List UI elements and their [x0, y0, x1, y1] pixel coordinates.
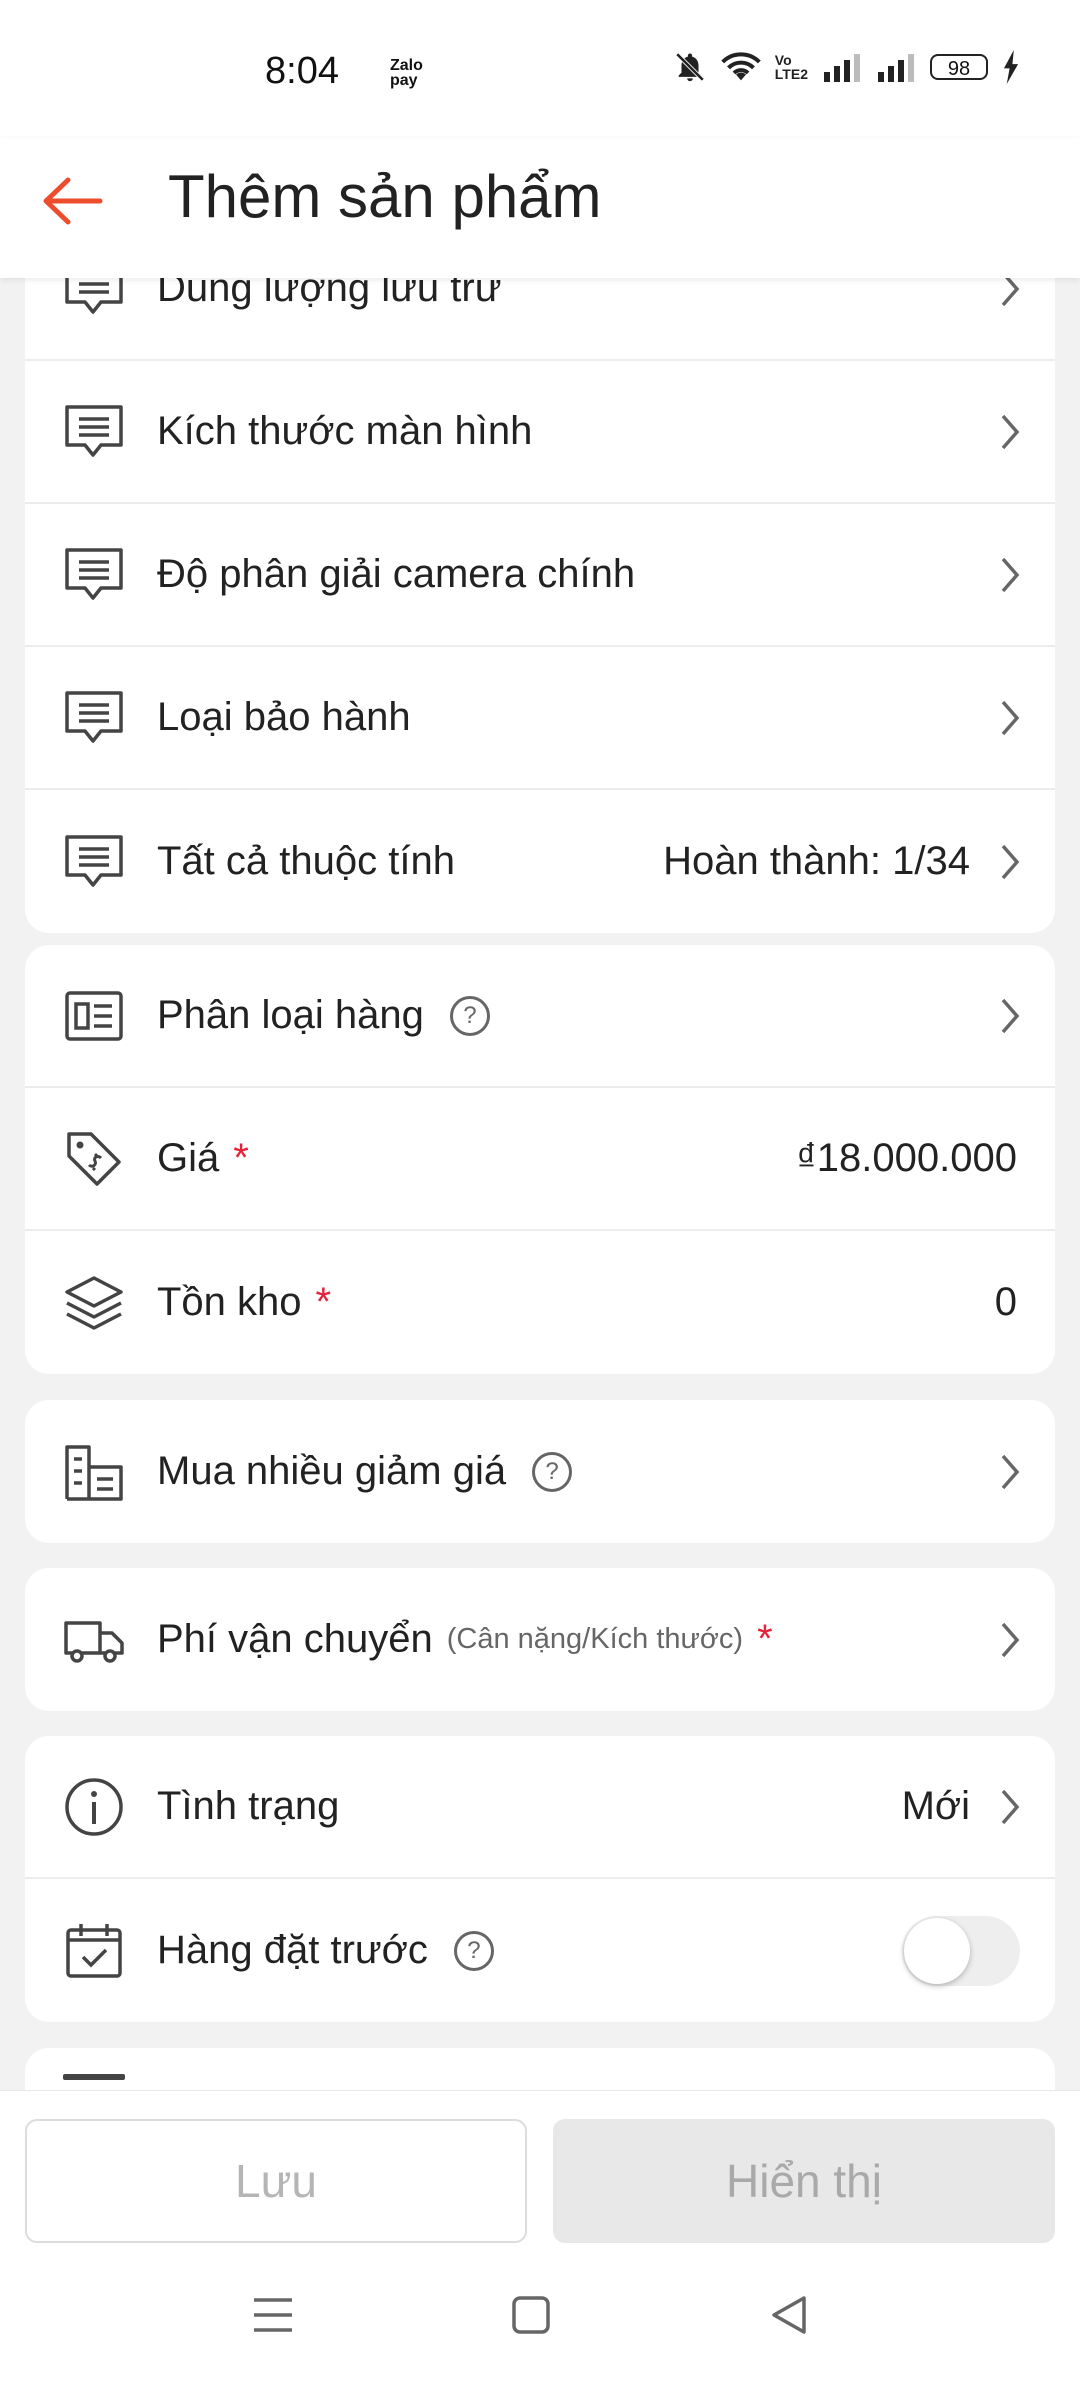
shipping-fee-row[interactable]: Phí vận chuyển (Cân nặng/Kích thước) *	[25, 1568, 1055, 1711]
home-icon[interactable]	[510, 2290, 552, 2340]
required-marker: *	[315, 1280, 332, 1324]
attribute-label: Độ phân giải camera chính	[157, 552, 636, 596]
form-scroll-area[interactable]: Dung lượng lưu trữ Kích thước màn hình Đ…	[0, 278, 1080, 2090]
chevron-right-icon	[1001, 1454, 1020, 1489]
status-time: 8:04	[265, 50, 339, 92]
stock-input[interactable]: 0	[995, 1280, 1017, 1325]
mute-icon	[675, 52, 705, 82]
charging-icon	[1003, 50, 1019, 84]
attribute-label: Dung lượng lưu trữ	[157, 278, 502, 310]
product-info-card: Phân loại hàng ? Giá * ₫18.000.000 Tồn k…	[25, 945, 1055, 1374]
preorder-row: Hàng đặt trước ?	[25, 1879, 1055, 2022]
truck-icon	[63, 1609, 125, 1671]
comment-icon	[63, 544, 125, 606]
shipping-fee-sublabel: (Cân nặng/Kích thước)	[446, 1623, 744, 1655]
building-icon	[63, 1441, 125, 1503]
info-icon	[63, 1776, 125, 1838]
attribute-row-warranty-type[interactable]: Loại bảo hành	[25, 647, 1055, 790]
attribute-row-camera-resolution[interactable]: Độ phân giải camera chính	[25, 504, 1055, 647]
chevron-right-icon	[1001, 1622, 1020, 1657]
price-label: Giá	[157, 1136, 220, 1180]
classification-label: Phân loại hàng	[157, 993, 424, 1037]
condition-row[interactable]: Tình trạng Mới	[25, 1736, 1055, 1879]
bottom-action-bar: Lưu Hiển thị	[0, 2090, 1080, 2251]
comment-icon	[63, 831, 125, 893]
attribute-label: Loại bảo hành	[157, 695, 411, 739]
publish-button[interactable]: Hiển thị	[553, 2119, 1055, 2243]
status-icons: Vo LTE2 98	[673, 50, 1020, 84]
signal-2-icon	[878, 54, 914, 82]
preorder-label: Hàng đặt trước	[157, 1928, 428, 1972]
toggle-knob	[904, 1917, 970, 1984]
condition-value: Mới	[901, 1784, 970, 1828]
chevron-right-icon	[1001, 557, 1020, 592]
chevron-right-icon	[1001, 700, 1020, 735]
volte-icon: Vo LTE2	[774, 52, 808, 82]
bulk-discount-label: Mua nhiều giảm giá	[157, 1449, 507, 1493]
wifi-icon	[721, 52, 761, 81]
classification-icon	[63, 985, 125, 1047]
chevron-right-icon	[1001, 278, 1020, 306]
shipping-card: Phí vận chuyển (Cân nặng/Kích thước) *	[25, 1568, 1055, 1711]
attributes-completion-value: Hoàn thành: 1/34	[663, 839, 970, 883]
required-marker: *	[757, 1617, 773, 1661]
comment-icon	[63, 278, 125, 320]
layers-icon	[63, 1272, 125, 1334]
shipping-fee-label: Phí vận chuyển	[157, 1617, 433, 1661]
next-card	[25, 2048, 1055, 2090]
chevron-right-icon	[1001, 998, 1020, 1033]
price-tag-icon	[63, 1128, 125, 1190]
save-button[interactable]: Lưu	[25, 2119, 527, 2243]
required-marker: *	[233, 1136, 249, 1180]
recent-apps-icon[interactable]	[252, 2290, 294, 2340]
attribute-row-storage[interactable]: Dung lượng lưu trữ	[25, 278, 1055, 361]
chevron-right-icon	[1001, 414, 1020, 449]
condition-card: Tình trạng Mới Hàng đặt trước ?	[25, 1736, 1055, 2022]
attribute-row-screen-size[interactable]: Kích thước màn hình	[25, 361, 1055, 504]
attributes-card: Dung lượng lưu trữ Kích thước màn hình Đ…	[25, 278, 1055, 933]
help-icon[interactable]: ?	[449, 995, 490, 1036]
status-bar: 8:04 Zalo pay Vo LTE2 98	[0, 0, 1080, 138]
zalopay-notification-icon: Zalo pay	[390, 57, 423, 89]
chevron-right-icon	[1001, 1789, 1020, 1824]
help-icon[interactable]: ?	[532, 1451, 573, 1492]
classification-row[interactable]: Phân loại hàng ?	[25, 945, 1055, 1088]
comment-icon	[63, 401, 125, 463]
system-navigation-bar	[0, 2250, 1080, 2400]
back-arrow-icon[interactable]	[38, 166, 108, 236]
help-icon[interactable]: ?	[453, 1930, 494, 1971]
bulk-discount-row[interactable]: Mua nhiều giảm giá ?	[25, 1400, 1055, 1543]
attribute-label: Kích thước màn hình	[157, 409, 533, 453]
calendar-check-icon	[63, 1920, 125, 1982]
discount-card: Mua nhiều giảm giá ?	[25, 1400, 1055, 1543]
page-title: Thêm sản phẩm	[168, 163, 602, 230]
back-nav-icon[interactable]	[768, 2290, 810, 2340]
stock-label: Tồn kho	[157, 1280, 302, 1324]
app-header: Thêm sản phẩm	[0, 138, 1080, 278]
signal-1-icon	[824, 54, 860, 82]
preorder-toggle[interactable]	[902, 1915, 1020, 1986]
battery-icon: 98	[930, 54, 988, 80]
partial-icon	[63, 2074, 125, 2080]
stock-row[interactable]: Tồn kho * 0	[25, 1231, 1055, 1374]
comment-icon	[63, 687, 125, 749]
attribute-row-all-attributes[interactable]: Tất cả thuộc tính Hoàn thành: 1/34	[25, 790, 1055, 933]
chevron-right-icon	[1001, 844, 1020, 879]
price-input[interactable]: ₫18.000.000	[796, 1136, 1017, 1181]
price-row[interactable]: Giá * ₫18.000.000	[25, 1088, 1055, 1231]
attribute-label: Tất cả thuộc tính	[157, 839, 455, 883]
condition-label: Tình trạng	[157, 1784, 340, 1828]
